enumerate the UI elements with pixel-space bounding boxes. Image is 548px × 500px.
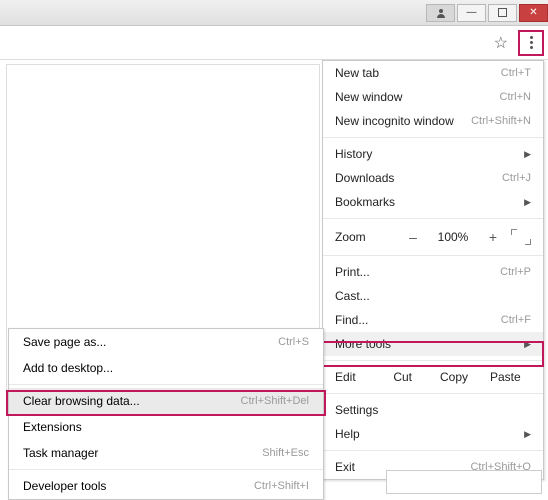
menu-separator (323, 450, 543, 451)
minimize-button[interactable]: — (457, 4, 486, 22)
submenu-save-page[interactable]: Save page as...Ctrl+S (9, 329, 323, 355)
menu-separator (323, 393, 543, 394)
fullscreen-icon[interactable] (511, 229, 531, 245)
menu-cast[interactable]: Cast... (323, 284, 543, 308)
zoom-in-button[interactable]: + (483, 229, 503, 245)
submenu-task-manager[interactable]: Task managerShift+Esc (9, 440, 323, 466)
submenu-separator (9, 469, 323, 470)
menu-separator (323, 360, 543, 361)
zoom-label: Zoom (335, 230, 395, 244)
menu-history[interactable]: History▶ (323, 142, 543, 166)
menu-new-incognito[interactable]: New incognito windowCtrl+Shift+N (323, 109, 543, 133)
window-titlebar: — ✕ (0, 0, 548, 26)
menu-find[interactable]: Find...Ctrl+F (323, 308, 543, 332)
menu-print[interactable]: Print...Ctrl+P (323, 260, 543, 284)
menu-more-tools[interactable]: More tools▶ (323, 332, 543, 356)
menu-new-tab[interactable]: New tabCtrl+T (323, 61, 543, 85)
menu-downloads[interactable]: DownloadsCtrl+J (323, 166, 543, 190)
user-icon (436, 8, 446, 18)
bookmark-star-icon[interactable]: ☆ (488, 33, 514, 53)
chevron-right-icon: ▶ (524, 149, 531, 160)
zoom-level: 100% (431, 230, 475, 244)
menu-settings[interactable]: Settings (323, 398, 543, 422)
submenu-add-desktop[interactable]: Add to desktop... (9, 355, 323, 381)
maximize-button[interactable] (488, 4, 517, 22)
edit-label: Edit (335, 370, 377, 384)
chevron-right-icon: ▶ (524, 339, 531, 350)
more-tools-submenu: Save page as...Ctrl+S Add to desktop... … (8, 328, 324, 500)
edit-paste-button[interactable]: Paste (480, 370, 531, 384)
menu-separator (323, 255, 543, 256)
chrome-menu-button[interactable] (518, 30, 544, 56)
submenu-clear-browsing-data[interactable]: Clear browsing data...Ctrl+Shift+Del (9, 388, 323, 414)
chevron-right-icon: ▶ (524, 197, 531, 208)
menu-edit-row: Edit Cut Copy Paste (323, 365, 543, 389)
menu-help[interactable]: Help▶ (323, 422, 543, 446)
edit-cut-button[interactable]: Cut (377, 370, 428, 384)
chevron-right-icon: ▶ (524, 429, 531, 440)
bottom-pane (386, 470, 542, 494)
edit-copy-button[interactable]: Copy (428, 370, 479, 384)
menu-zoom: Zoom – 100% + (323, 223, 543, 251)
close-button[interactable]: ✕ (519, 4, 548, 22)
menu-dots-icon (530, 36, 533, 49)
menu-separator (323, 218, 543, 219)
menu-new-window[interactable]: New windowCtrl+N (323, 85, 543, 109)
chrome-main-menu: New tabCtrl+T New windowCtrl+N New incog… (322, 60, 544, 480)
zoom-out-button[interactable]: – (403, 229, 423, 245)
close-icon: ✕ (529, 7, 537, 18)
submenu-developer-tools[interactable]: Developer toolsCtrl+Shift+I (9, 473, 323, 499)
submenu-separator (9, 384, 323, 385)
maximize-icon (498, 8, 507, 17)
profile-button[interactable] (426, 4, 455, 22)
menu-bookmarks[interactable]: Bookmarks▶ (323, 190, 543, 214)
minimize-icon: — (467, 7, 477, 18)
menu-separator (323, 137, 543, 138)
browser-toolbar: ☆ (0, 26, 548, 60)
submenu-extensions[interactable]: Extensions (9, 414, 323, 440)
